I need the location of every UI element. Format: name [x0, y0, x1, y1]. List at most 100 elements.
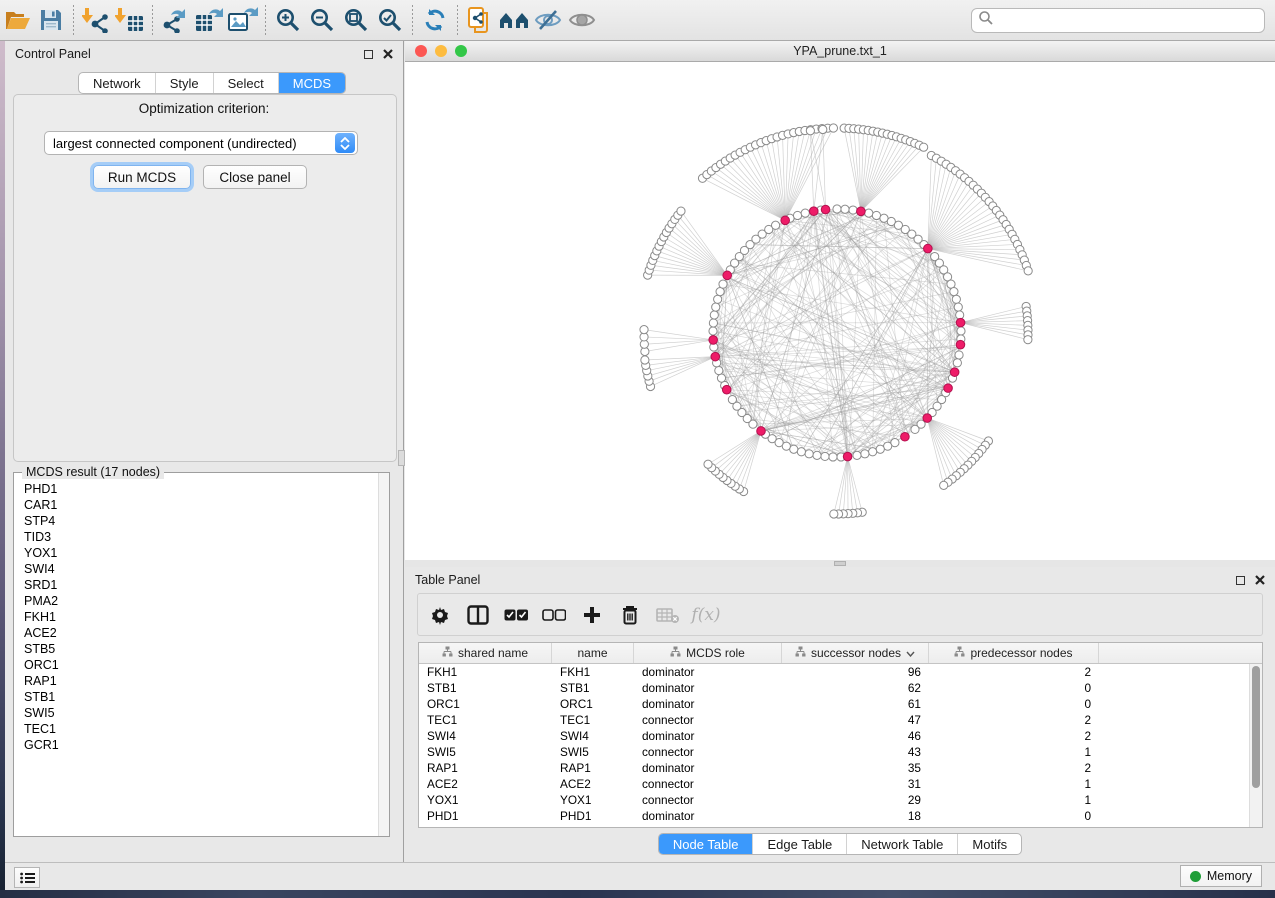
graph-node[interactable]: [715, 366, 723, 374]
graph-node[interactable]: [957, 327, 965, 335]
graph-node[interactable]: [853, 451, 861, 459]
graph-node[interactable]: [849, 206, 857, 214]
graph-node[interactable]: [641, 356, 649, 364]
graph-node[interactable]: [865, 209, 873, 217]
column-header-name[interactable]: name: [552, 643, 634, 663]
graph-node[interactable]: [947, 280, 955, 288]
mcds-result-item[interactable]: GCR1: [24, 737, 375, 753]
splitter-handle[interactable]: [834, 561, 846, 566]
graph-node[interactable]: [955, 351, 963, 359]
graph-node[interactable]: [841, 205, 849, 213]
zoom-selected-icon[interactable]: [373, 4, 407, 36]
task-history-button[interactable]: [14, 867, 40, 888]
mcds-result-item[interactable]: TID3: [24, 529, 375, 545]
graph-node[interactable]: [869, 448, 877, 456]
graph-node[interactable]: [716, 288, 724, 296]
graph-node[interactable]: [954, 303, 962, 311]
mcds-result-item[interactable]: STP4: [24, 513, 375, 529]
graph-dominator-node[interactable]: [722, 385, 731, 394]
tab-network-table[interactable]: Network Table: [846, 834, 957, 854]
add-column-icon[interactable]: [580, 603, 604, 627]
mcds-result-item[interactable]: TEC1: [24, 721, 375, 737]
tab-edge-table[interactable]: Edge Table: [752, 834, 846, 854]
mcds-result-item[interactable]: SWI5: [24, 705, 375, 721]
mcds-result-item[interactable]: RAP1: [24, 673, 375, 689]
tab-motifs[interactable]: Motifs: [957, 834, 1021, 854]
graph-node[interactable]: [712, 303, 720, 311]
graph-node[interactable]: [952, 295, 960, 303]
graph-dominator-node[interactable]: [924, 244, 933, 253]
graph-node[interactable]: [709, 319, 717, 327]
mcds-result-item[interactable]: PMA2: [24, 593, 375, 609]
zoom-in-icon[interactable]: [271, 4, 305, 36]
table-row[interactable]: SWI4SWI4dominator462: [419, 728, 1262, 744]
graph-node[interactable]: [876, 445, 884, 453]
network-search-box[interactable]: [971, 8, 1265, 33]
export-image-icon[interactable]: [226, 4, 260, 36]
refresh-view-icon[interactable]: [418, 4, 452, 36]
column-header-predecessor-nodes[interactable]: predecessor nodes: [929, 643, 1099, 663]
float-table-panel-icon[interactable]: [1236, 576, 1245, 585]
graph-dominator-node[interactable]: [781, 216, 790, 225]
zoom-out-icon[interactable]: [305, 4, 339, 36]
graph-node[interactable]: [872, 211, 880, 219]
delete-column-icon[interactable]: [618, 603, 642, 627]
graph-node[interactable]: [793, 211, 801, 219]
open-session-icon[interactable]: [0, 4, 34, 36]
graph-node[interactable]: [950, 288, 958, 296]
graph-node[interactable]: [801, 209, 809, 217]
graph-node[interactable]: [728, 395, 736, 403]
table-row[interactable]: SWI5SWI5connector431: [419, 744, 1262, 760]
mcds-result-item[interactable]: SWI4: [24, 561, 375, 577]
mcds-result-item[interactable]: STB1: [24, 689, 375, 705]
tab-select[interactable]: Select: [213, 73, 278, 93]
search-neighbors-icon[interactable]: [497, 4, 531, 36]
run-mcds-button[interactable]: Run MCDS: [93, 165, 191, 189]
close-panel-icon[interactable]: [383, 49, 393, 59]
tab-network[interactable]: Network: [79, 73, 155, 93]
tab-mcds[interactable]: MCDS: [278, 73, 345, 93]
close-table-panel-icon[interactable]: [1255, 575, 1265, 585]
graph-dominator-node[interactable]: [723, 271, 732, 280]
graph-node[interactable]: [640, 326, 648, 334]
graph-node[interactable]: [1024, 336, 1032, 344]
graph-node[interactable]: [830, 510, 838, 518]
graph-dominator-node[interactable]: [757, 427, 766, 436]
table-scrollbar-thumb[interactable]: [1252, 666, 1260, 788]
import-network-icon[interactable]: [79, 4, 113, 36]
graph-node[interactable]: [677, 207, 685, 215]
deselect-all-icon[interactable]: [542, 603, 566, 627]
hide-graphics-details-icon[interactable]: [531, 4, 565, 36]
graph-node[interactable]: [920, 143, 928, 151]
mcds-result-item[interactable]: SRD1: [24, 577, 375, 593]
graph-dominator-node[interactable]: [950, 368, 959, 377]
mcds-result-item[interactable]: ORC1: [24, 657, 375, 673]
graph-node[interactable]: [719, 280, 727, 288]
graph-node[interactable]: [829, 124, 837, 132]
graph-node[interactable]: [709, 327, 717, 335]
graph-dominator-node[interactable]: [843, 452, 852, 461]
table-row[interactable]: PHD1PHD1dominator180: [419, 808, 1262, 824]
import-table-icon[interactable]: [113, 4, 147, 36]
graph-node[interactable]: [911, 425, 919, 433]
column-header-shared-name[interactable]: shared name: [419, 643, 552, 663]
horizontal-splitter[interactable]: [405, 560, 1275, 567]
graph-node[interactable]: [771, 221, 779, 229]
mcds-result-item[interactable]: FKH1: [24, 609, 375, 625]
export-table-icon[interactable]: [192, 4, 226, 36]
mcds-result-item[interactable]: PHD1: [24, 481, 375, 497]
mcds-result-list[interactable]: PHD1CAR1STP4TID3YOX1SWI4SRD1PMA2FKH1ACE2…: [15, 477, 375, 832]
mcds-result-item[interactable]: YOX1: [24, 545, 375, 561]
network-view-canvas[interactable]: [405, 62, 1275, 560]
graph-dominator-node[interactable]: [809, 207, 818, 216]
graph-node[interactable]: [704, 460, 712, 468]
table-scrollbar[interactable]: [1249, 664, 1262, 827]
mcds-result-scrollbar[interactable]: [378, 473, 389, 836]
column-settings-icon[interactable]: [428, 603, 452, 627]
graph-node[interactable]: [940, 481, 948, 489]
graph-node[interactable]: [797, 448, 805, 456]
graph-node[interactable]: [953, 359, 961, 367]
column-header-successor-nodes[interactable]: successor nodes: [782, 643, 929, 663]
graph-node[interactable]: [861, 450, 869, 458]
graph-dominator-node[interactable]: [709, 336, 718, 345]
